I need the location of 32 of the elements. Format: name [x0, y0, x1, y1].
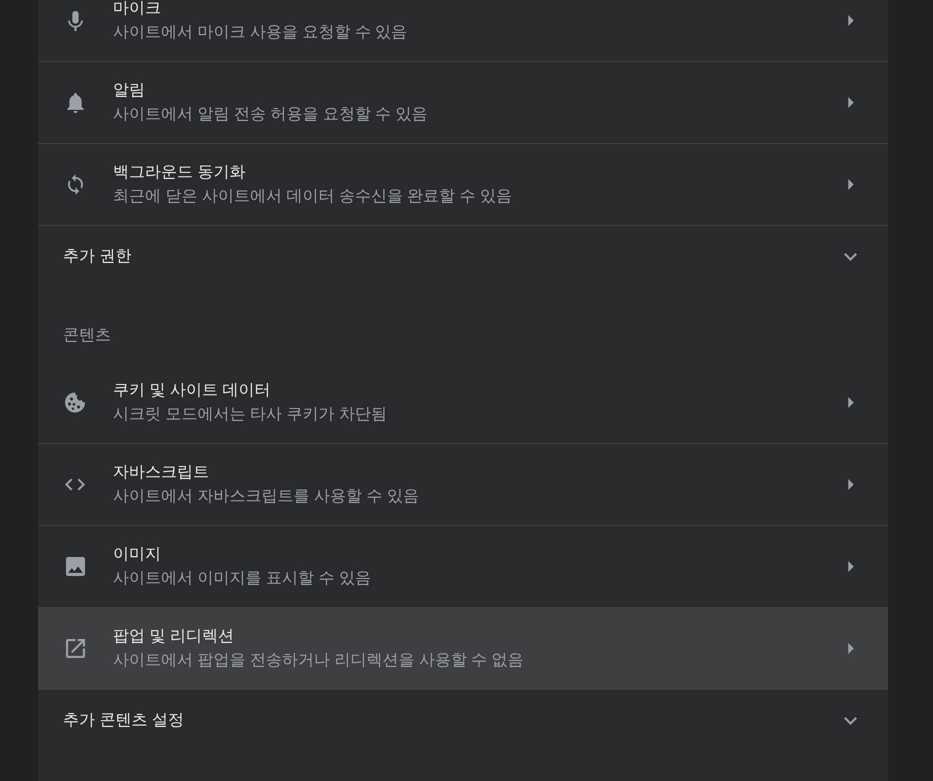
- row-description: 사이트에서 이미지를 표시할 수 있음: [113, 569, 372, 589]
- row-title: 마이크: [113, 0, 162, 18]
- expand-row[interactable]: 추가 콘텐츠 설정: [38, 689, 888, 751]
- row-description: 시크릿 모드에서는 타사 쿠키가 차단됨: [113, 405, 388, 425]
- row-title: 알림: [113, 82, 146, 100]
- row-description: 사이트에서 자바스크립트를 사용할 수 있음: [113, 487, 420, 507]
- row-title: 자바스크립트: [113, 464, 210, 482]
- code-icon: [65, 478, 85, 491]
- row-title: 백그라운드 동기화: [113, 164, 246, 182]
- arrow-right-icon: [848, 397, 854, 408]
- image-icon: [66, 557, 84, 576]
- row-title: 쿠키 및 사이트 데이터: [113, 382, 272, 400]
- settings-row[interactable]: 팝업 및 리디렉션 사이트에서 팝업을 전송하거나 리디렉션을 사용할 수 없음: [38, 607, 888, 689]
- cookie-icon: [65, 392, 85, 413]
- arrow-right-icon: [848, 643, 854, 654]
- row-description: 사이트에서 알림 전송 허용을 요청할 수 있음: [113, 105, 429, 125]
- row-description: 사이트에서 팝업을 전송하거나 리디렉션을 사용할 수 없음: [113, 651, 525, 671]
- microphone-icon: [68, 10, 82, 30]
- arrow-right-icon: [848, 561, 854, 572]
- row-description: 최근에 닫은 사이트에서 데이터 송수신을 완료할 수 있음: [113, 187, 514, 207]
- open-in-new-icon: [66, 639, 84, 658]
- bell-icon: [66, 92, 84, 112]
- arrow-right-icon: [848, 97, 854, 108]
- row-title: 팝업 및 리디렉션: [113, 628, 235, 646]
- sync-icon: [68, 174, 82, 195]
- expand-row[interactable]: 추가 권한: [38, 225, 888, 287]
- section-heading: 콘텐츠: [63, 327, 111, 344]
- arrow-right-icon: [848, 179, 854, 190]
- arrow-right-icon: [848, 479, 854, 490]
- arrow-right-icon: [848, 15, 854, 26]
- row-title: 이미지: [113, 546, 162, 564]
- row-description: 사이트에서 마이크 사용을 요청할 수 있음: [113, 23, 408, 43]
